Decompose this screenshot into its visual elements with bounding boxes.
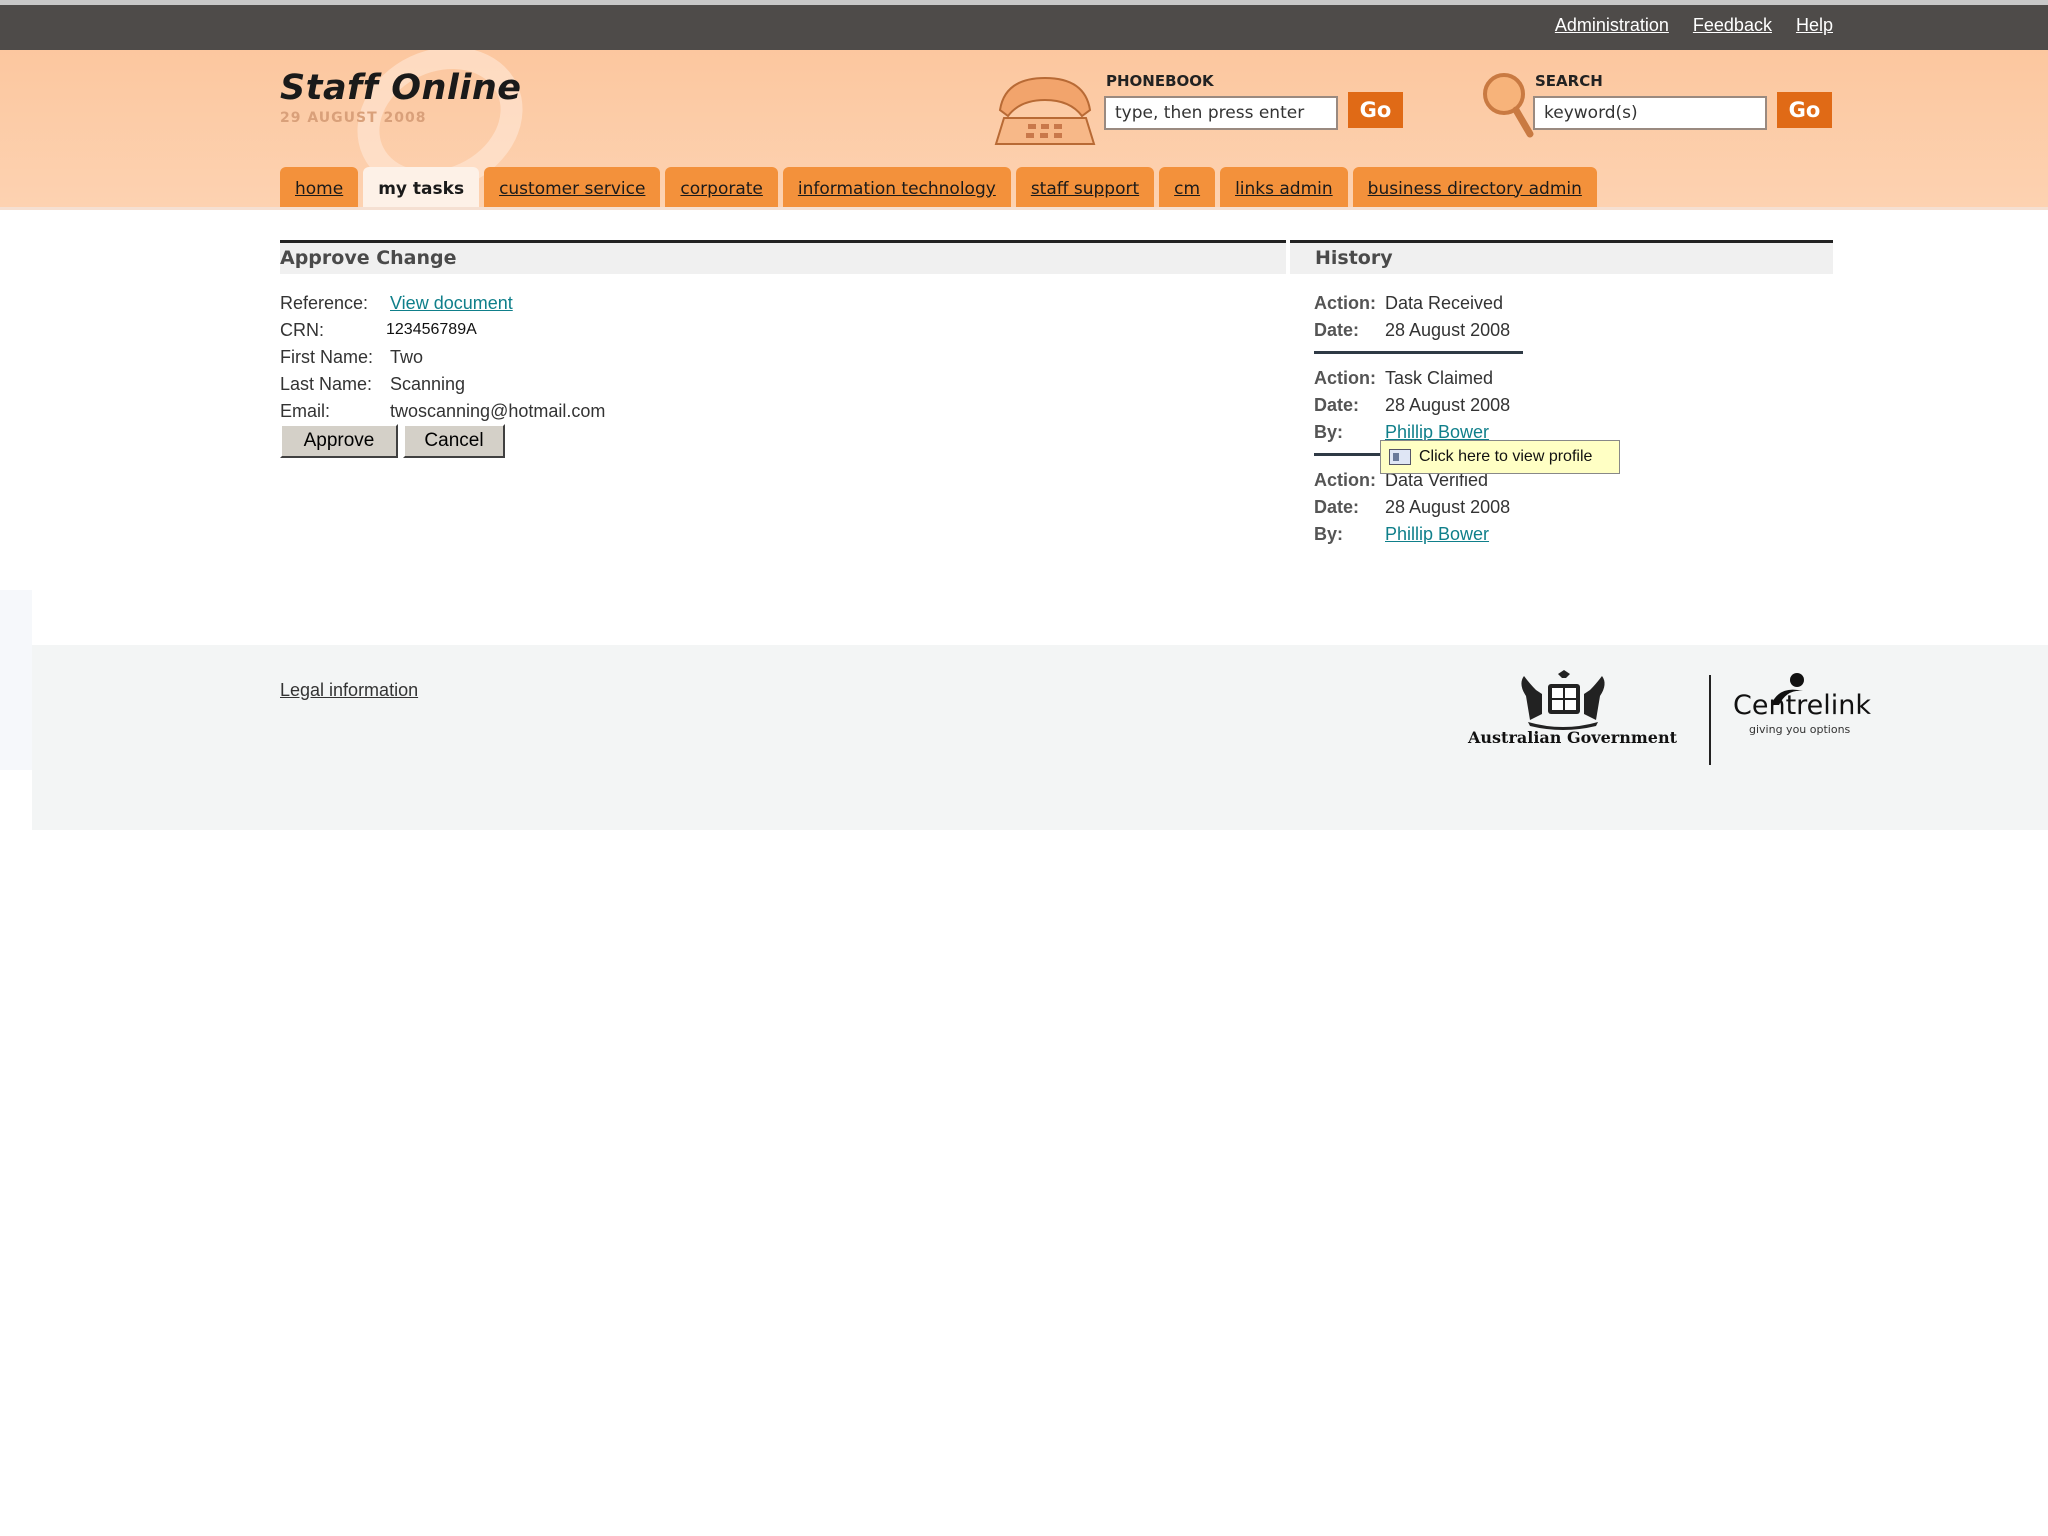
feedback-link[interactable]: Feedback bbox=[1693, 15, 1772, 36]
site-header: Staff Online 29 AUGUST 2008 PHONEBOOK Go… bbox=[0, 50, 2048, 210]
history-date-value: 28 August 2008 bbox=[1385, 497, 1511, 517]
history-date-value: 28 August 2008 bbox=[1385, 320, 1511, 340]
coat-of-arms-icon bbox=[1521, 670, 1605, 730]
phonebook-label: PHONEBOOK bbox=[1106, 72, 1214, 90]
search-label: SEARCH bbox=[1535, 72, 1603, 90]
email-label: Email: bbox=[280, 401, 331, 421]
left-edge-strip bbox=[0, 590, 32, 770]
history-by-label: By: bbox=[1314, 524, 1344, 544]
phonebook-go-button[interactable]: Go bbox=[1348, 92, 1403, 128]
search-input[interactable] bbox=[1533, 96, 1767, 130]
profile-tooltip: Click here to view profile bbox=[1380, 440, 1620, 474]
tab-my-tasks[interactable]: my tasks bbox=[363, 167, 480, 207]
top-bar: Administration Feedback Help bbox=[0, 0, 2048, 50]
first-name-label: First Name: bbox=[280, 347, 374, 367]
tab-corporate[interactable]: corporate bbox=[665, 167, 778, 207]
centrelink-brand: Centrelink bbox=[1733, 690, 1872, 721]
tab-customer-service[interactable]: customer service bbox=[484, 167, 661, 207]
magnifier-icon bbox=[1483, 73, 1534, 138]
email-value: twoscanning@hotmail.com bbox=[390, 401, 606, 421]
tab-information-technology[interactable]: information technology bbox=[782, 167, 1011, 207]
tab-staff-support[interactable]: staff support bbox=[1015, 167, 1155, 207]
footer: Legal information Australian Government … bbox=[32, 645, 2048, 830]
phonebook-input[interactable] bbox=[1104, 96, 1338, 130]
history-action-label: Action: bbox=[1314, 470, 1376, 490]
reference-label: Reference: bbox=[280, 293, 369, 313]
crn-label: CRN: bbox=[280, 320, 324, 340]
help-link[interactable]: Help bbox=[1796, 15, 1833, 36]
brand: Staff Online 29 AUGUST 2008 bbox=[280, 68, 522, 126]
australian-government-text: Australian Government bbox=[1468, 728, 1677, 747]
reference-row: Reference: bbox=[280, 293, 368, 314]
history-date-label: Date: bbox=[1314, 395, 1360, 415]
approve-change-heading: Approve Change bbox=[280, 240, 1286, 274]
history-by-link[interactable]: Phillip Bower bbox=[1385, 524, 1489, 545]
last-name-label: Last Name: bbox=[280, 374, 373, 394]
site-title: Staff Online bbox=[280, 68, 522, 108]
tab-business-directory-admin[interactable]: business directory admin bbox=[1352, 167, 1597, 207]
phone-icon bbox=[994, 76, 1096, 145]
main-nav-tabs: home my tasks customer service corporate… bbox=[280, 167, 1597, 207]
search-go-button[interactable]: Go bbox=[1777, 92, 1832, 128]
crn-value: 123456789A bbox=[386, 321, 477, 338]
history-date-label: Date: bbox=[1314, 497, 1360, 517]
history-heading: History bbox=[1290, 240, 1833, 274]
tooltip-text: Click here to view profile bbox=[1419, 448, 1593, 465]
site-date: 29 AUGUST 2008 bbox=[280, 110, 427, 126]
centrelink-tagline: giving you options bbox=[1749, 723, 1851, 736]
logo-divider bbox=[1709, 675, 1711, 765]
history-date-label: Date: bbox=[1314, 320, 1360, 340]
history-date-value: 28 August 2008 bbox=[1385, 395, 1511, 415]
top-links: Administration Feedback Help bbox=[1555, 15, 1833, 36]
view-document-link[interactable]: View document bbox=[390, 293, 513, 314]
history-by-label: By: bbox=[1314, 422, 1344, 442]
history-action-value: Data Received bbox=[1385, 293, 1504, 313]
first-name-value: Two bbox=[390, 347, 424, 367]
profile-card-icon bbox=[1389, 449, 1411, 465]
history-action-value: Task Claimed bbox=[1385, 368, 1494, 388]
history-divider bbox=[1314, 351, 1523, 354]
history-action-label: Action: bbox=[1314, 293, 1376, 313]
approve-button[interactable]: Approve bbox=[280, 424, 398, 458]
legal-information-link[interactable]: Legal information bbox=[280, 680, 418, 701]
administration-link[interactable]: Administration bbox=[1555, 15, 1669, 36]
tab-links-admin[interactable]: links admin bbox=[1220, 167, 1348, 207]
history-action-label: Action: bbox=[1314, 368, 1376, 388]
tab-cm[interactable]: cm bbox=[1159, 167, 1216, 207]
tab-home[interactable]: home bbox=[280, 167, 359, 207]
cancel-button[interactable]: Cancel bbox=[403, 424, 505, 458]
last-name-value: Scanning bbox=[390, 374, 466, 394]
